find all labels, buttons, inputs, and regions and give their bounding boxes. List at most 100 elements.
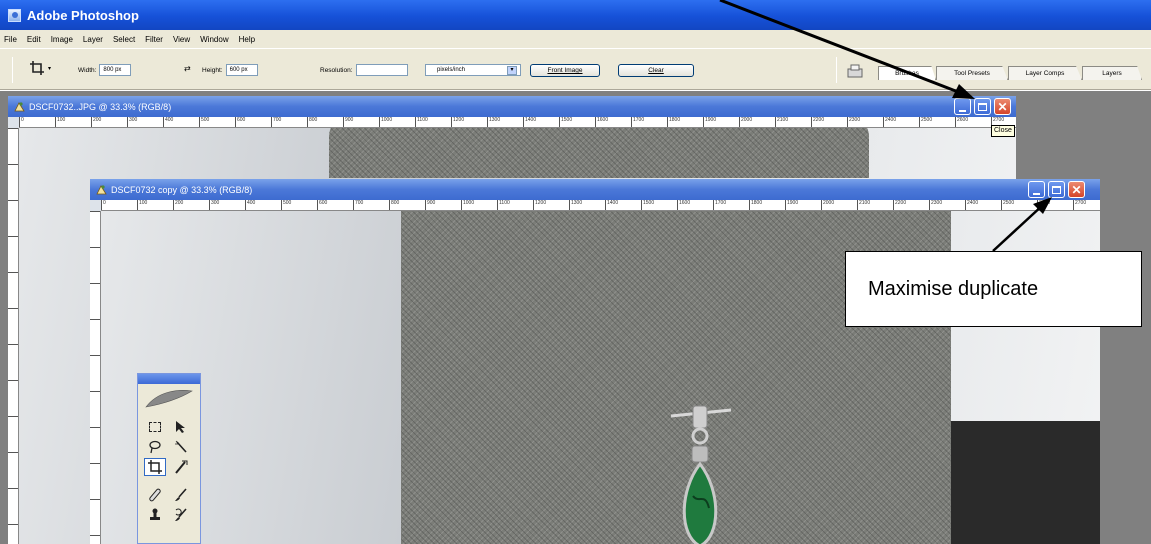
ruler-tick-label: 2600 [1039, 200, 1051, 206]
width-input[interactable]: 800 px [99, 64, 132, 76]
history-brush-tool-icon[interactable] [170, 506, 192, 524]
ruler-tick-label: 1600 [679, 200, 691, 206]
ruler-tick-label: 1200 [453, 117, 465, 123]
tab-layer-comps[interactable]: Layer Comps [1008, 66, 1082, 80]
maximize-button[interactable] [974, 98, 991, 115]
marquee-tool-icon[interactable] [144, 418, 166, 436]
ruler-tick-label: 2100 [859, 200, 871, 206]
ruler-tick-label: 100 [139, 200, 148, 206]
resolution-input[interactable] [355, 64, 408, 76]
ruler-tick-label: 800 [391, 200, 400, 206]
document-titlebar-duplicate[interactable]: DSCF0732 copy @ 33.3% (RGB/8) [90, 179, 1100, 200]
ruler-tick-label: 1100 [499, 200, 510, 206]
height-input[interactable]: 600 px [225, 64, 258, 76]
magic-wand-tool-icon[interactable] [170, 438, 192, 456]
document-window-duplicate[interactable]: DSCF0732 copy @ 33.3% (RGB/8) ✕ 0 100 200 3… [90, 179, 1100, 544]
ruler-tick-label: 600 [319, 200, 328, 206]
ruler-tick-label: 600 [237, 117, 246, 123]
tab-layer-comps-label: Layer Comps [1025, 70, 1065, 77]
healing-brush-tool-icon[interactable] [144, 486, 166, 504]
ruler-tick-label: 1700 [633, 117, 645, 123]
minimize-button[interactable] [1028, 181, 1045, 198]
front-image-button[interactable]: Front Image [530, 64, 600, 77]
photoshop-logo-icon [8, 8, 21, 22]
ruler-tick-label: 1500 [561, 117, 573, 123]
ruler-ticks: 0 100 200 300 400 500 600 700 800 900 1000 1100 1200… [19, 117, 1016, 123]
ruler-tick-label: 2500 [1003, 200, 1015, 206]
ruler-tick-label: 1800 [669, 117, 681, 123]
ruler-tick-label: 700 [273, 117, 282, 123]
menu-view[interactable]: View [173, 35, 190, 44]
crop-tool-icon[interactable] [30, 61, 44, 75]
palette-well-separator [836, 57, 837, 83]
close-button[interactable]: ✕ [1068, 181, 1085, 198]
minimize-icon [1033, 192, 1040, 195]
tab-tool-presets[interactable]: Tool Presets [936, 66, 1008, 80]
crop-tool-icon[interactable] [144, 458, 166, 476]
tools-palette[interactable] [137, 373, 201, 544]
width-label: Width: [78, 66, 97, 74]
minimize-icon [959, 109, 966, 112]
minimize-button[interactable] [954, 98, 971, 115]
ruler-tick-label: 1000 [463, 200, 475, 206]
palette-well-icon[interactable] [846, 63, 864, 79]
tools-palette-titlebar[interactable] [138, 374, 200, 384]
ruler-tick-label: 2400 [967, 200, 979, 206]
ruler-tick-label: 1300 [489, 117, 501, 123]
ruler-tick-label: 1700 [715, 200, 727, 206]
brush-tool-icon[interactable] [170, 486, 192, 504]
menu-filter[interactable]: Filter [145, 35, 163, 44]
maximize-icon [1052, 185, 1061, 194]
ruler-tick-label: 2100 [777, 117, 789, 123]
move-tool-icon[interactable] [170, 418, 192, 436]
menu-layer[interactable]: Layer [83, 35, 103, 44]
menu-edit[interactable]: Edit [27, 35, 41, 44]
ruler-tick-label: 2600 [957, 117, 969, 123]
app-titlebar: Adobe Photoshop [0, 0, 1151, 30]
document-titlebar-original[interactable]: DSCF0732..JPG @ 33.3% (RGB/8) [8, 96, 1016, 117]
ruler-tick-label: 100 [57, 117, 66, 123]
ruler-tick-label: 2500 [921, 117, 933, 123]
close-icon: ✕ [1071, 182, 1082, 197]
callout-text: Maximise duplicate [868, 277, 1039, 300]
close-button[interactable]: ✕ [994, 98, 1011, 115]
menu-window[interactable]: Window [200, 35, 228, 44]
menu-image[interactable]: Image [51, 35, 73, 44]
ruler-tick-label: 1100 [417, 117, 428, 123]
menu-select[interactable]: Select [113, 35, 135, 44]
vertical-ruler [8, 128, 19, 544]
tab-brushes[interactable]: Brushes [878, 66, 936, 80]
ruler-tick-label: 1500 [643, 200, 655, 206]
options-grip [12, 57, 13, 83]
ruler-tick-label: 1000 [381, 117, 393, 123]
ruler-tick-label: 200 [175, 200, 184, 206]
lasso-tool-icon[interactable] [144, 438, 166, 456]
ruler-tick-label: 2700 [1075, 200, 1087, 206]
ruler-tick-label: 1200 [535, 200, 547, 206]
clone-stamp-tool-icon[interactable] [144, 506, 166, 524]
tool-preset-chevron-icon[interactable]: ▾ [48, 65, 51, 72]
menu-help[interactable]: Help [239, 35, 255, 44]
swap-dimensions-icon[interactable]: ⇄ [184, 64, 191, 73]
clear-button[interactable]: Clear [618, 64, 694, 77]
ruler-tick-label: 400 [247, 200, 256, 206]
resolution-label: Resolution: [320, 66, 353, 74]
tab-brushes-label: Brushes [895, 70, 919, 77]
ruler-tick-label: 1400 [525, 117, 537, 123]
menu-file[interactable]: File [4, 35, 17, 44]
close-icon: ✕ [997, 99, 1008, 114]
maximize-button-duplicate[interactable] [1048, 181, 1065, 198]
resolution-units-select[interactable]: pixels/inch ▾ [425, 64, 521, 76]
ruler-tick-label: 200 [93, 117, 102, 123]
vertical-ruler [90, 211, 101, 544]
dark-object [951, 421, 1100, 544]
slice-tool-icon[interactable] [170, 458, 192, 476]
front-image-label: Front Image [547, 67, 583, 74]
ruler-tick-label: 1600 [597, 117, 609, 123]
horizontal-ruler: 0 100 200 300 400 500 600 700 800 900 1000 1100 1200… [101, 200, 1100, 211]
document-icon [96, 185, 107, 195]
document-title-duplicate: DSCF0732 copy @ 33.3% (RGB/8) [111, 184, 253, 195]
ruler-tick-label: 500 [201, 117, 210, 123]
ruler-tick-label: 2200 [895, 200, 907, 206]
tab-layers[interactable]: Layers [1082, 66, 1142, 80]
